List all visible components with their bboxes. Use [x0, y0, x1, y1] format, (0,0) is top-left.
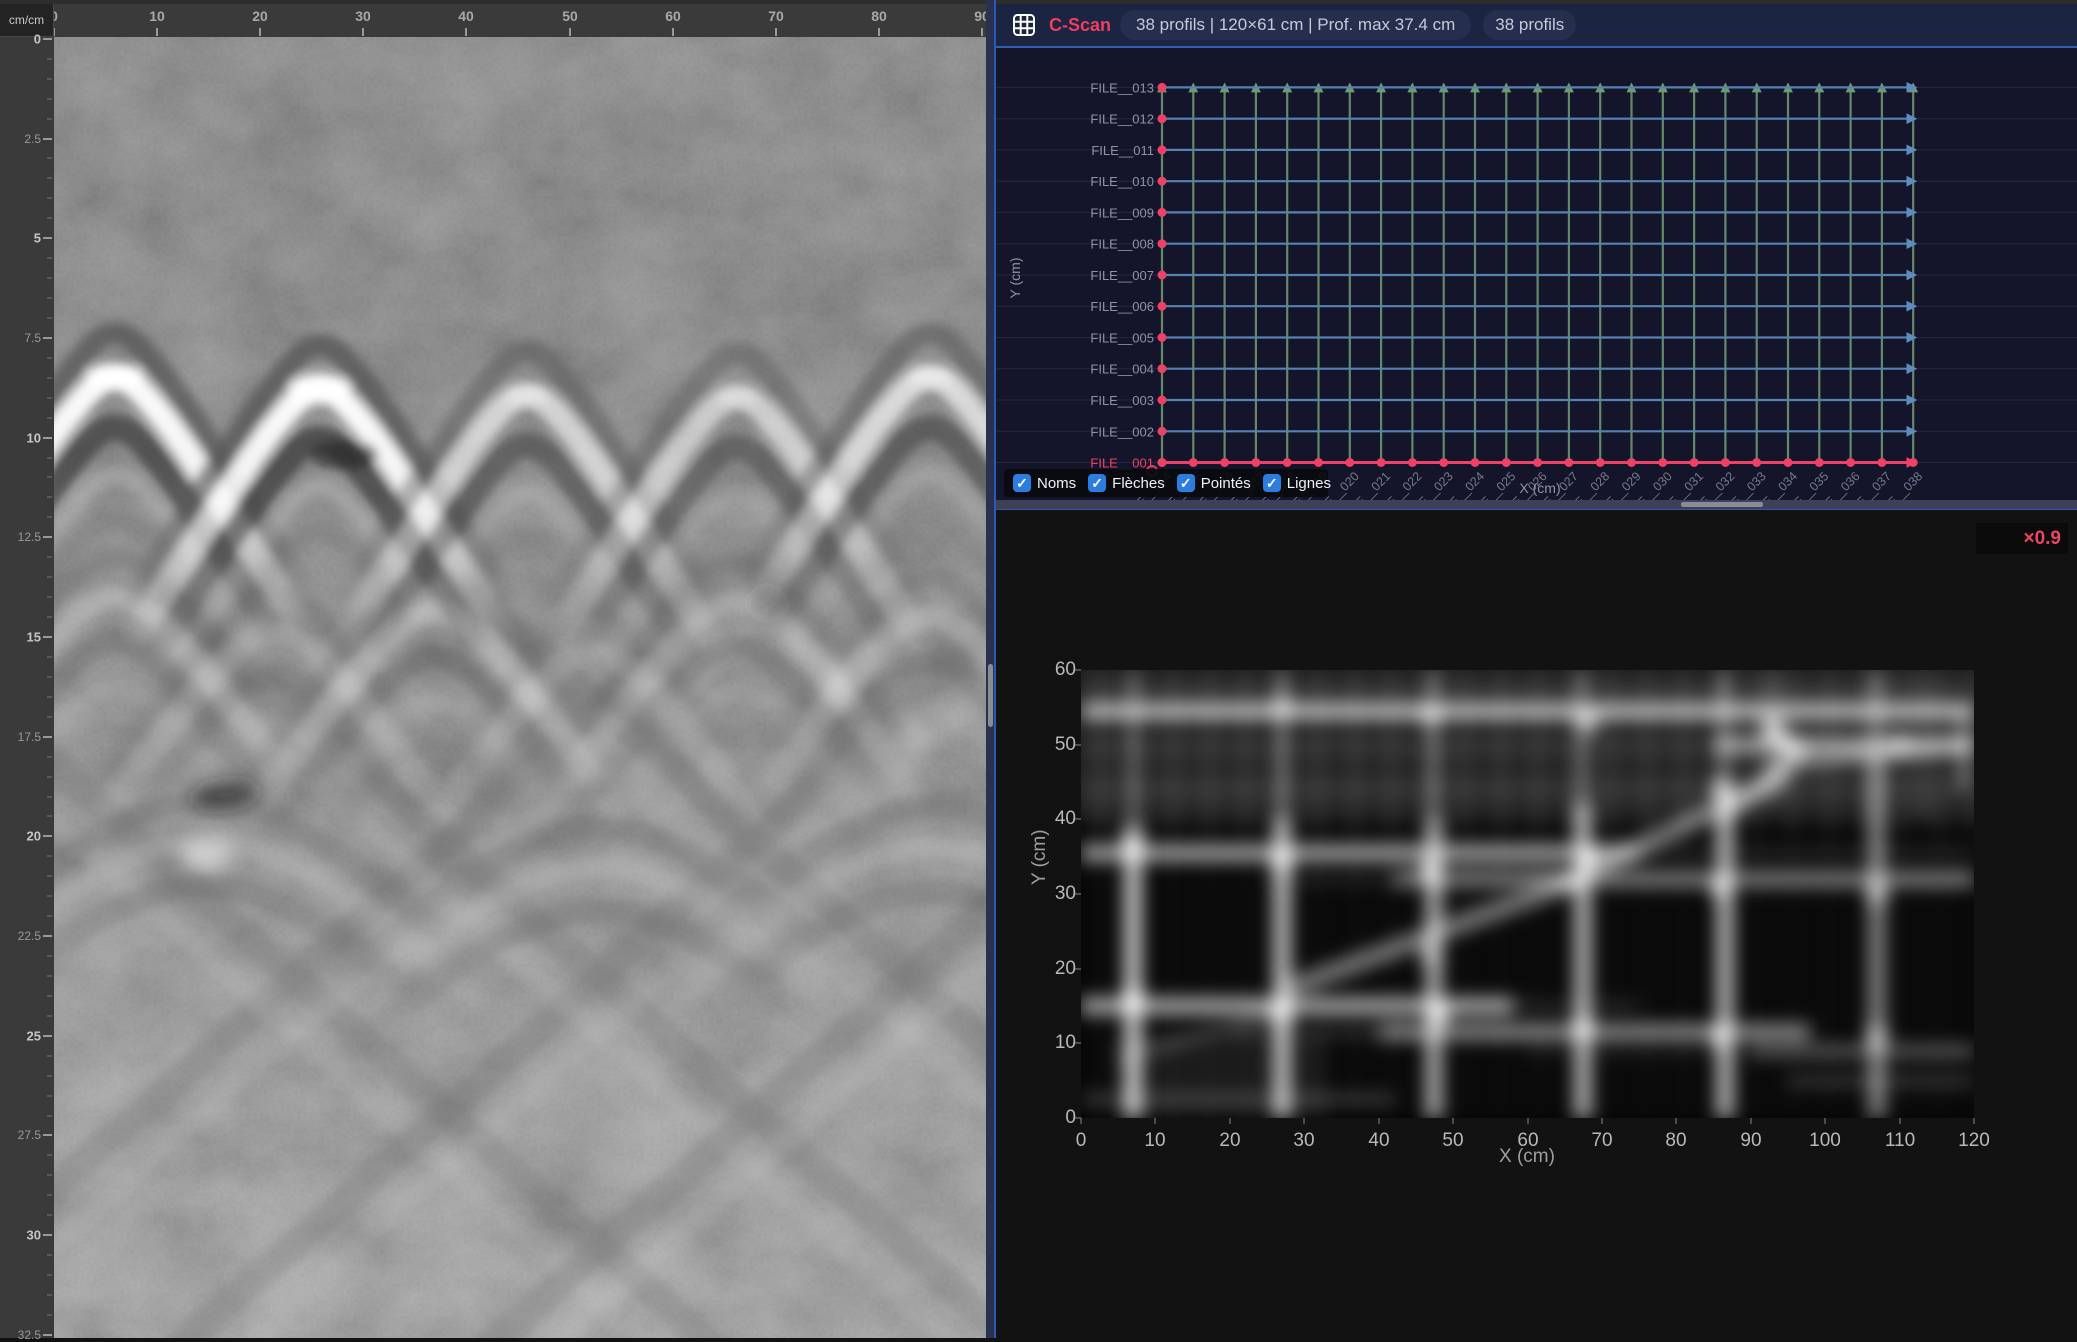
- svg-text:FILE__013: FILE__013: [1090, 80, 1154, 95]
- svg-text:FILE__011: FILE__011: [1091, 143, 1154, 158]
- svg-text:FILE__008: FILE__008: [1090, 237, 1154, 252]
- svg-text:FILE__009: FILE__009: [1090, 205, 1154, 220]
- svg-text:FILE__012: FILE__012: [1090, 112, 1154, 127]
- svg-text:FILE__004: FILE__004: [1090, 362, 1154, 377]
- svg-text:FILE__006: FILE__006: [1090, 299, 1154, 314]
- svg-text:FILE__005: FILE__005: [1090, 331, 1154, 346]
- svg-text:FILE__007: FILE__007: [1090, 268, 1154, 283]
- svg-text:FILE__003: FILE__003: [1090, 393, 1154, 408]
- svg-text:FILE__010: FILE__010: [1090, 174, 1154, 189]
- svg-text:Y (cm): Y (cm): [1007, 258, 1023, 299]
- svg-text:FILE__002: FILE__002: [1090, 424, 1154, 439]
- svg-text:X (cm): X (cm): [1519, 480, 1560, 496]
